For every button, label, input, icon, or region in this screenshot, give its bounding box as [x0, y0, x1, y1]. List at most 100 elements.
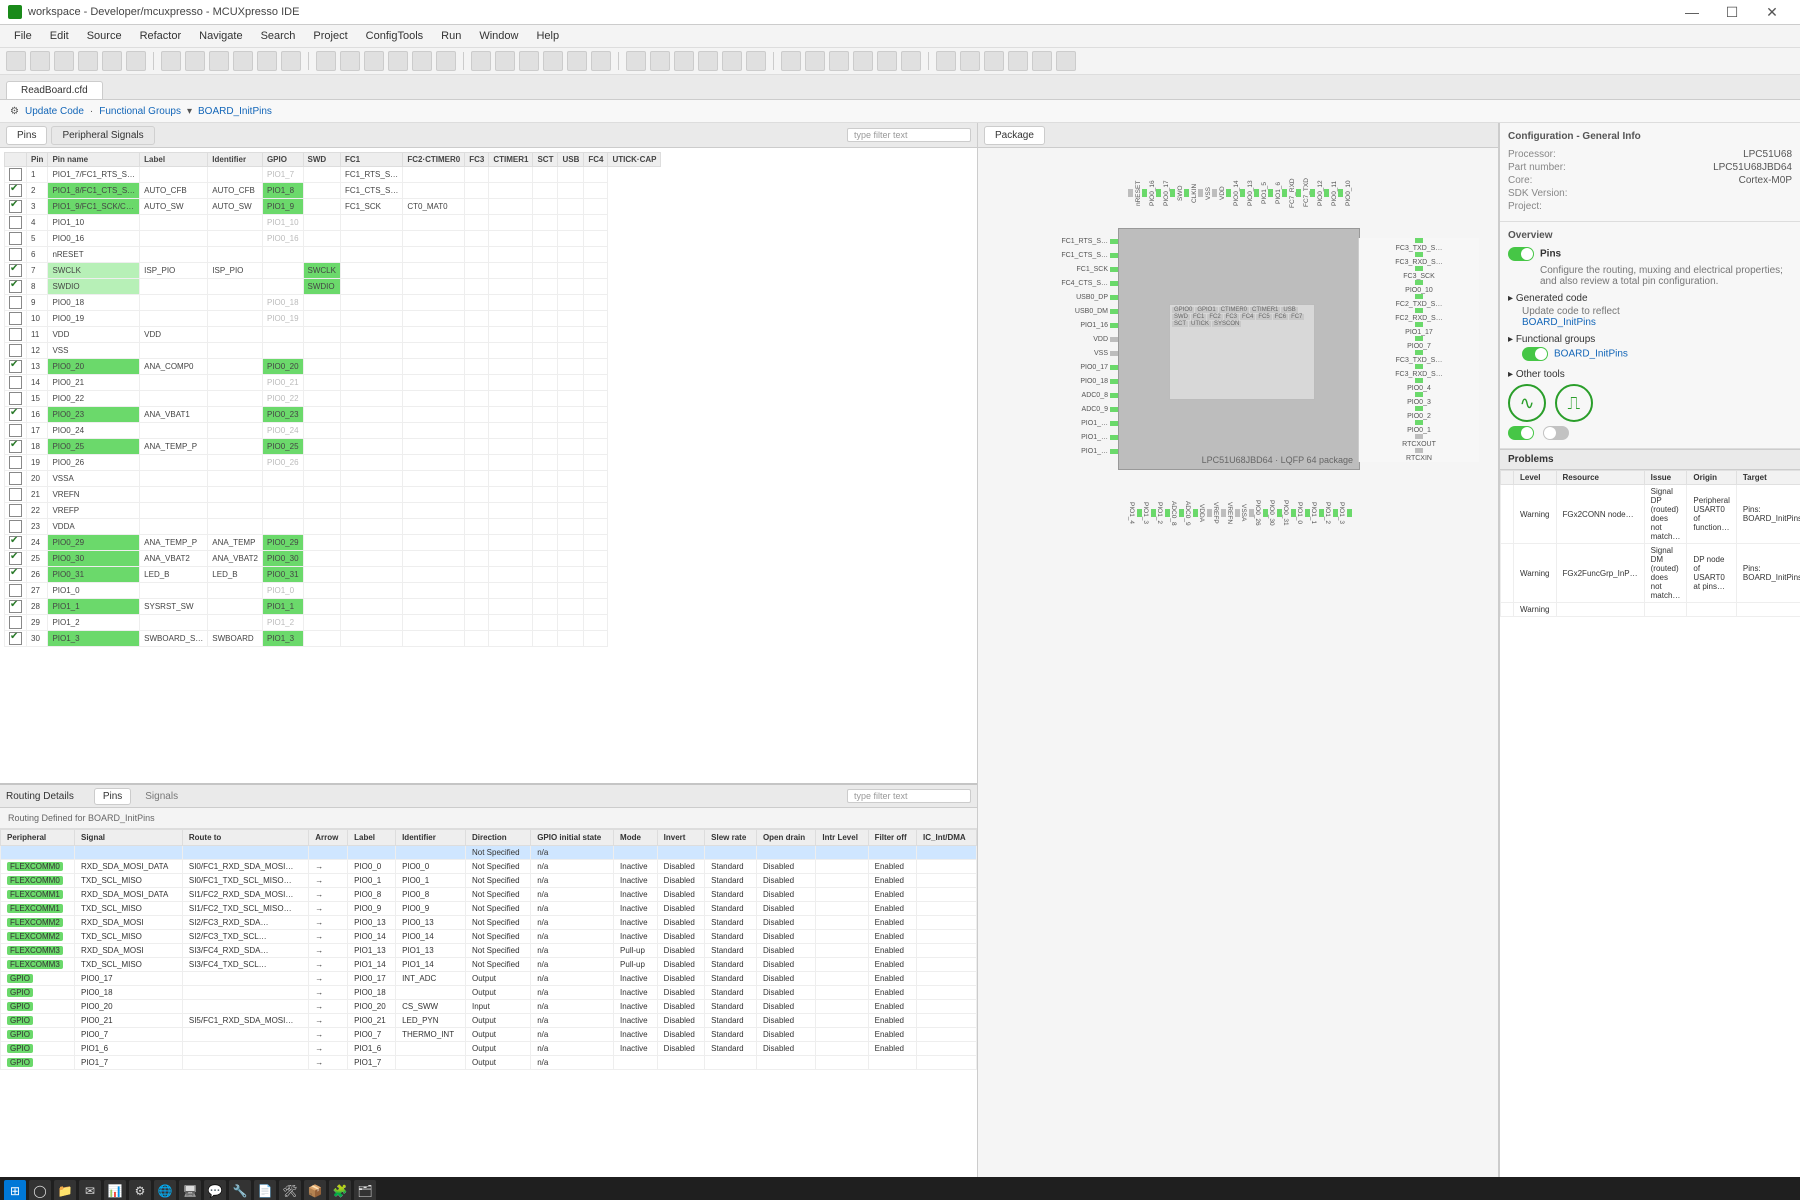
chip-pin[interactable]: PIO0_31	[1282, 468, 1296, 558]
chip-pin[interactable]: nRESET	[1128, 158, 1142, 228]
routing-row[interactable]: FLEXCOMM1RXD_SDA_MOSI_DATASI1/FC2_RXD_SD…	[1, 888, 977, 902]
chip-pin[interactable]: PIO1_6	[1268, 158, 1282, 228]
toolbar-button-21[interactable]	[543, 51, 563, 71]
chip-pin[interactable]: PIO1_2	[1156, 468, 1170, 558]
package-tab[interactable]: Package	[984, 126, 1045, 145]
toolbar-button-22[interactable]	[567, 51, 587, 71]
pin-row[interactable]: 26PIO0_31LED_BLED_BPIO0_31	[5, 567, 661, 583]
chip-pin[interactable]: VSS	[1198, 158, 1212, 228]
pin-row[interactable]: 13PIO0_20ANA_COMP0PIO0_20	[5, 359, 661, 375]
routing-row[interactable]: GPIOPIO0_17→PIO0_17INT_ADCOutputn/aInact…	[1, 972, 977, 986]
pin-row[interactable]: 23VDDA	[5, 519, 661, 535]
toolbar-button-15[interactable]	[388, 51, 408, 71]
toolbar-button-10[interactable]	[257, 51, 277, 71]
chip-pin[interactable]: CLKIN	[1184, 158, 1198, 228]
toolbar-button-0[interactable]	[6, 51, 26, 71]
chip-pin[interactable]: ADC0_9	[998, 406, 1118, 413]
pin-row[interactable]: 11VDDVDD	[5, 327, 661, 343]
taskbar-item-11[interactable]: 🛠	[279, 1180, 301, 1200]
routing-details-tab[interactable]: Routing Details	[6, 791, 74, 802]
menu-navigate[interactable]: Navigate	[191, 28, 250, 44]
routing-row[interactable]: FLEXCOMM0TXD_SCL_MISOSI0/FC1_TXD_SCL_MIS…	[1, 874, 977, 888]
toolbar-button-35[interactable]	[901, 51, 921, 71]
taskbar-item-0[interactable]: ⊞	[4, 1180, 26, 1200]
toolbar-button-11[interactable]	[281, 51, 301, 71]
toolbar-button-33[interactable]	[853, 51, 873, 71]
pin-row[interactable]: 3PIO1_9/FC1_SCK/C…AUTO_SWAUTO_SWPIO1_9FC…	[5, 199, 661, 215]
pins-table[interactable]: PinPin nameLabelIdentifierGPIOSWDFC1FC2·…	[4, 152, 661, 647]
chip-pin[interactable]: PIO1_3	[1142, 468, 1156, 558]
chip-pin[interactable]: PIO1_4	[1128, 468, 1142, 558]
peripheral-signals-tab[interactable]: Peripheral Signals	[51, 126, 154, 145]
chip-pin[interactable]: RTCXOUT	[1358, 434, 1479, 448]
chip-pin[interactable]: PIO1_…	[998, 448, 1118, 455]
toolbar-button-28[interactable]	[722, 51, 742, 71]
chip-pin[interactable]: USB0_DP	[998, 294, 1118, 301]
pin-row[interactable]: 14PIO0_21PIO0_21	[5, 375, 661, 391]
chip-pin[interactable]: PIO0_30	[1268, 468, 1282, 558]
taskbar-item-9[interactable]: 🔧	[229, 1180, 251, 1200]
chip-pin[interactable]: PIO0_3	[1358, 392, 1479, 406]
toolbar-button-14[interactable]	[364, 51, 384, 71]
chip-pin[interactable]: FC1_SCK	[998, 266, 1118, 273]
problems-table[interactable]: LevelResourceIssueOriginTargetTypeWarnin…	[1500, 470, 1800, 617]
pin-row[interactable]: 5PIO0_16PIO0_16	[5, 231, 661, 247]
toolbar-button-40[interactable]	[1032, 51, 1052, 71]
routing-row[interactable]: FLEXCOMM0RXD_SDA_MOSI_DATASI0/FC1_RXD_SD…	[1, 860, 977, 874]
menu-file[interactable]: File	[6, 28, 40, 44]
toolbar-button-5[interactable]	[126, 51, 146, 71]
routing-row[interactable]: GPIOPIO0_20→PIO0_20CS_SWWInputn/aInactiv…	[1, 1000, 977, 1014]
clocks-tool-icon[interactable]: ∿	[1508, 384, 1546, 422]
routing-row[interactable]: FLEXCOMM1TXD_SCL_MISOSI1/FC2_TXD_SCL_MIS…	[1, 902, 977, 916]
chip-pin[interactable]: PIO0_12	[1310, 158, 1324, 228]
toolbar-button-18[interactable]	[471, 51, 491, 71]
toolbar-button-13[interactable]	[340, 51, 360, 71]
pin-row[interactable]: 2PIO1_8/FC1_CTS_S…AUTO_CFBAUTO_CFBPIO1_8…	[5, 183, 661, 199]
chip-pin[interactable]: PIO1_…	[998, 434, 1118, 441]
menu-project[interactable]: Project	[305, 28, 355, 44]
routing-row[interactable]: GPIOPIO1_6→PIO1_6Outputn/aInactiveDisabl…	[1, 1042, 977, 1056]
chip-pin[interactable]: FC1_CTS_S…	[998, 252, 1118, 259]
chip-pin[interactable]: PIO1_3	[1338, 468, 1352, 558]
taskbar-item-3[interactable]: ✉	[79, 1180, 101, 1200]
update-code-link[interactable]: Update Code	[25, 106, 84, 117]
routing-subtab-pins[interactable]: Pins	[94, 788, 131, 805]
chip-pin[interactable]: FC7_RXD	[1282, 158, 1296, 228]
chip-pin[interactable]: FC3_TXD_S…	[1358, 350, 1479, 364]
pin-row[interactable]: 9PIO0_18PIO0_18	[5, 295, 661, 311]
toolbar-button-31[interactable]	[805, 51, 825, 71]
chip-pin[interactable]: PIO0_18	[998, 378, 1118, 385]
taskbar-item-1[interactable]: ◯	[29, 1180, 51, 1200]
pin-row[interactable]: 12VSS	[5, 343, 661, 359]
funcgroup-toggle[interactable]	[1522, 347, 1548, 361]
chip-pin[interactable]: PIO0_14	[1226, 158, 1240, 228]
chip-pin[interactable]: PIO1_1	[1310, 468, 1324, 558]
chip-pin[interactable]: PIO1_2	[1324, 468, 1338, 558]
toolbar-button-25[interactable]	[650, 51, 670, 71]
menu-help[interactable]: Help	[528, 28, 567, 44]
chip-pin[interactable]: PIO0_26	[1254, 468, 1268, 558]
routing-filter-input[interactable]: type filter text	[847, 789, 971, 803]
chip-pin[interactable]: FC3_TXD_S…	[1358, 238, 1479, 252]
chip-pin[interactable]: PIO1_5	[1254, 158, 1268, 228]
chip-pin[interactable]: PIO1_17	[1358, 322, 1479, 336]
pin-row[interactable]: 28PIO1_1SYSRST_SWPIO1_1	[5, 599, 661, 615]
toolbar-button-12[interactable]	[316, 51, 336, 71]
toolbar-button-32[interactable]	[829, 51, 849, 71]
taskbar-item-10[interactable]: 📄	[254, 1180, 276, 1200]
toolbar-button-8[interactable]	[209, 51, 229, 71]
chip-pin[interactable]: VSS	[998, 350, 1118, 357]
chip-pin[interactable]: PIO0_2	[1358, 406, 1479, 420]
chevron-right-icon[interactable]: ▸	[1508, 293, 1513, 304]
taskbar-item-12[interactable]: 📦	[304, 1180, 326, 1200]
pin-row[interactable]: 24PIO0_29ANA_TEMP_PANA_TEMPPIO0_29	[5, 535, 661, 551]
routing-row[interactable]: GPIOPIO1_7→PIO1_7Outputn/a	[1, 1056, 977, 1070]
clocks-tool-toggle[interactable]	[1508, 426, 1534, 440]
chip-pin[interactable]: PIO0_1	[1358, 420, 1479, 434]
pin-row[interactable]: 22VREFP	[5, 503, 661, 519]
chip-pin[interactable]: USB0_DM	[998, 308, 1118, 315]
chip-pin[interactable]: SWO	[1170, 158, 1184, 228]
chip-pin[interactable]: FC3_SCK	[1358, 266, 1479, 280]
toolbar-button-27[interactable]	[698, 51, 718, 71]
chip-pin[interactable]: PIO0_10	[1358, 280, 1479, 294]
